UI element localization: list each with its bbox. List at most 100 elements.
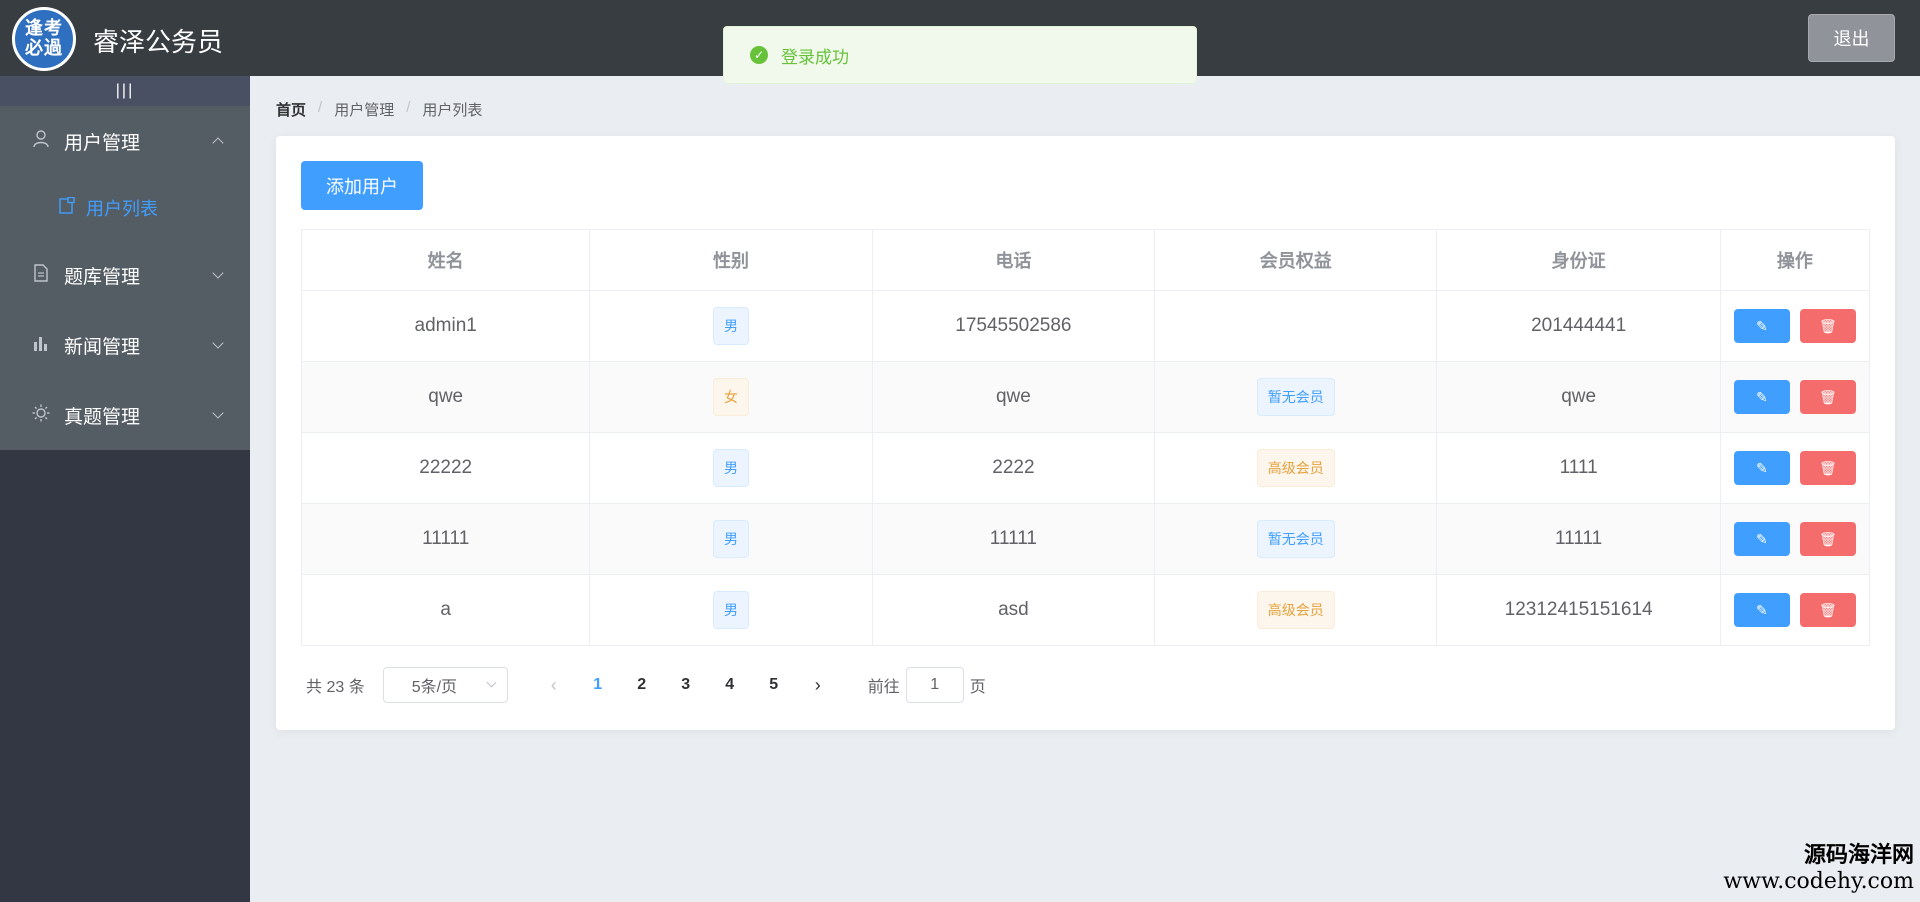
table-row: 11111 男 11111 暂无会员 11111 ✎ 🗑 [300,503,1871,575]
column-header-gender: 性别 [589,229,873,291]
sidebar: ||| 用户管理 用户列表 题库管理 新闻管理 真题管理 [0,76,250,902]
delete-button[interactable]: 🗑 [1799,380,1856,414]
sidebar-item-news[interactable]: 新闻管理 [0,310,250,380]
next-page-button[interactable]: › [796,675,840,696]
membership-tag: 高级会员 [1256,449,1335,487]
pencil-icon: ✎ [1756,460,1768,476]
cell-name: admin1 [300,290,591,362]
breadcrumb-separator: / [318,99,323,116]
table-row: a 男 asd 高级会员 12312415151614 ✎ 🗑 [300,574,1871,646]
chevron-down-icon [212,337,224,349]
column-header-actions: 操作 [1719,229,1871,291]
column-header-id-card: 身份证 [1436,229,1721,291]
pagination: 共 23 条 5条/页 ‹ 1 2 3 4 5 › 前往 1 页 [306,667,986,703]
user-icon [30,129,52,153]
cell-name: 11111 [300,503,591,575]
cell-id-card: 12312415151614 [1436,574,1721,646]
sun-icon [30,404,52,427]
edit-button[interactable]: ✎ [1733,451,1790,485]
prev-page-button[interactable]: ‹ [532,675,576,696]
sidebar-item-label: 新闻管理 [64,336,141,358]
trash-icon: 🗑 [1819,460,1837,476]
cell-id-card: 11111 [1436,503,1721,575]
document-icon [30,263,52,287]
membership-tag: 高级会员 [1256,591,1335,629]
sidebar-menu: 用户管理 用户列表 题库管理 新闻管理 真题管理 [0,106,250,450]
chevron-down-icon [212,267,224,279]
breadcrumb-separator: / [406,99,411,116]
chevron-down-icon [486,677,497,688]
table-row: admin1 男 17545502586 201444441 ✎ 🗑 [300,290,1871,362]
add-user-button[interactable]: 添加用户 [301,161,423,210]
edit-button[interactable]: ✎ [1733,309,1790,343]
sidebar-item-question-bank[interactable]: 题库管理 [0,240,250,310]
column-header-phone: 电话 [871,229,1156,291]
watermark-url: www.codehy.com [1723,869,1914,894]
goto-suffix: 页 [969,679,986,696]
breadcrumb-user-list: 用户列表 [422,102,483,119]
gender-tag: 男 [713,449,750,487]
trash-icon: 🗑 [1819,602,1837,618]
sidebar-item-user-list[interactable]: 用户列表 [0,176,250,240]
pencil-icon: ✎ [1756,389,1768,405]
edit-button[interactable]: ✎ [1733,522,1790,556]
membership-tag: 暂无会员 [1256,378,1335,416]
bar-chart-icon [30,334,52,357]
breadcrumb-user-management: 用户管理 [334,102,395,119]
watermark-title: 源码海洋网 [1803,842,1914,868]
column-header-name: 姓名 [300,229,591,291]
membership-tag: 暂无会员 [1256,520,1335,558]
page-number[interactable]: 4 [708,676,752,694]
gender-tag: 女 [713,378,750,416]
trash-icon: 🗑 [1819,318,1837,334]
pencil-icon: ✎ [1756,531,1768,547]
goto-prefix: 前往 [867,679,900,696]
sidebar-item-label: 真题管理 [64,406,141,428]
cell-name: 22222 [300,432,591,504]
sidebar-item-user-management[interactable]: 用户管理 [0,106,250,176]
cell-phone: asd [871,574,1156,646]
page-size-select[interactable]: 5条/页 [382,667,508,703]
page-number[interactable]: 5 [752,676,796,694]
content-card: 添加用户 姓名 性别 电话 会员权益 身份证 操作 admin1 男 17545… [276,136,1895,730]
page-size-value: 5条/页 [411,679,458,696]
gender-tag: 男 [713,591,750,629]
app-logo: 逢考必過 [12,7,76,71]
cell-phone: 17545502586 [871,290,1156,362]
table-row: 22222 男 2222 高级会员 1111 ✎ 🗑 [300,432,1871,504]
edit-button[interactable]: ✎ [1733,380,1790,414]
app-title: 睿泽公务员 [93,27,224,57]
delete-button[interactable]: 🗑 [1799,309,1856,343]
cell-phone: 2222 [871,432,1156,504]
chevron-down-icon [212,407,224,419]
cell-phone: qwe [871,361,1156,433]
sidebar-item-label: 题库管理 [64,266,141,288]
pencil-icon: ✎ [1756,602,1768,618]
page-number[interactable]: 3 [664,676,708,694]
delete-button[interactable]: 🗑 [1799,451,1856,485]
delete-button[interactable]: 🗑 [1799,593,1856,627]
success-toast: ✓ 登录成功 [723,26,1197,84]
goto-page-input[interactable]: 1 [905,667,964,703]
table-header-row: 姓名 性别 电话 会员权益 身份证 操作 [300,229,1871,291]
watermark: 源码海洋网 www.codehy.com [1723,837,1914,894]
breadcrumb-home[interactable]: 首页 [276,99,306,120]
delete-button[interactable]: 🗑 [1799,522,1856,556]
page-number[interactable]: 1 [576,676,620,694]
table-row: qwe 女 qwe 暂无会员 qwe ✎ 🗑 [300,361,1871,433]
sidebar-item-label: 用户管理 [64,132,141,154]
logout-button[interactable]: 退出 [1808,14,1895,62]
edit-button[interactable]: ✎ [1733,593,1790,627]
cell-membership [1154,290,1438,362]
column-header-membership: 会员权益 [1154,229,1438,291]
cell-name: qwe [300,361,591,433]
cell-id-card: 1111 [1436,432,1721,504]
cell-id-card: qwe [1436,361,1721,433]
sidebar-collapse-toggle[interactable]: ||| [0,76,250,106]
toast-message: 登录成功 [781,47,849,67]
check-circle-icon: ✓ [750,46,768,64]
sidebar-item-label: 用户列表 [86,199,158,219]
sidebar-item-past-exams[interactable]: 真题管理 [0,380,250,450]
cell-id-card: 201444441 [1436,290,1721,362]
page-number[interactable]: 2 [620,676,664,694]
